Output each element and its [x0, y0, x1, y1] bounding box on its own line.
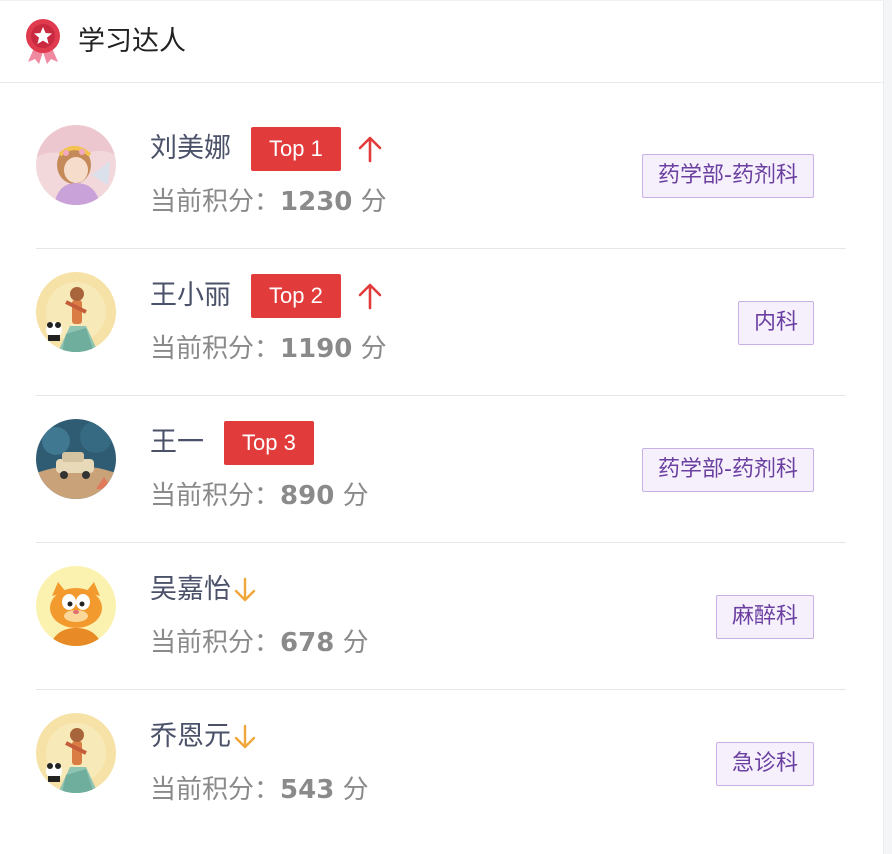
user-name: 王小丽	[150, 280, 231, 311]
list-item[interactable]: 刘美娜 Top 1 当前积分：1230 分 药学部-药剂科	[36, 102, 846, 249]
score-value: 1190	[280, 334, 353, 364]
arrow-up-icon	[358, 283, 382, 310]
girl-flower-avatar-icon	[36, 125, 116, 205]
department-tag: 药学部-药剂科	[642, 448, 814, 492]
department-tag: 药学部-药剂科	[642, 154, 814, 198]
name-line: 乔恩元	[150, 715, 257, 759]
user-name: 王一	[150, 427, 204, 458]
score-unit: 分	[360, 187, 387, 217]
avatar[interactable]	[36, 566, 116, 646]
score-line: 当前积分：678 分	[150, 623, 369, 663]
score-label: 当前积分：	[150, 481, 281, 511]
score-unit: 分	[342, 628, 369, 658]
learning-leaderboard-card: 学习达人 刘美娜 Top 1 当前积分：1230 分 药学部-药剂科 王小丽 T…	[0, 0, 884, 854]
department-tag: 急诊科	[715, 742, 814, 786]
garfield-avatar-icon	[36, 566, 116, 646]
name-line: 王一 Top 3	[150, 421, 314, 465]
department-tag: 内科	[737, 301, 814, 345]
landscape-car-avatar-icon	[36, 419, 116, 499]
score-unit: 分	[342, 481, 369, 511]
avatar[interactable]	[36, 125, 116, 205]
score-value: 890	[280, 481, 335, 511]
name-line: 吴嘉怡	[150, 568, 257, 612]
score-label: 当前积分：	[150, 628, 281, 658]
user-name: 乔恩元	[150, 721, 231, 752]
avatar[interactable]	[36, 713, 116, 793]
award-ribbon-icon	[22, 18, 64, 64]
score-value: 1230	[280, 187, 353, 217]
score-label: 当前积分：	[150, 334, 281, 364]
score-line: 当前积分：1190 分	[150, 329, 387, 369]
score-value: 678	[280, 628, 335, 658]
avatar[interactable]	[36, 419, 116, 499]
name-line: 刘美娜 Top 1	[150, 127, 383, 171]
arrow-up-icon	[358, 136, 382, 163]
list-item[interactable]: 王小丽 Top 2 当前积分：1190 分 内科	[36, 249, 846, 396]
list-item[interactable]: 吴嘉怡 当前积分：678 分 麻醉科	[36, 543, 846, 690]
rank-badge: Top 1	[251, 127, 341, 171]
leaderboard-list: 刘美娜 Top 1 当前积分：1230 分 药学部-药剂科 王小丽 Top 2 …	[36, 102, 846, 837]
card-title: 学习达人	[78, 26, 186, 57]
score-label: 当前积分：	[150, 775, 281, 805]
arrow-down-icon	[234, 577, 256, 602]
list-item[interactable]: 乔恩元 当前积分：543 分 急诊科	[36, 690, 846, 837]
list-item[interactable]: 王一 Top 3 当前积分：890 分 药学部-药剂科	[36, 396, 846, 543]
score-line: 当前积分：1230 分	[150, 182, 387, 222]
name-line: 王小丽 Top 2	[150, 274, 383, 318]
score-line: 当前积分：890 分	[150, 476, 369, 516]
score-label: 当前积分：	[150, 187, 281, 217]
avatar[interactable]	[36, 272, 116, 352]
arrow-down-icon	[234, 724, 256, 749]
rank-badge: Top 2	[251, 274, 341, 318]
score-line: 当前积分：543 分	[150, 770, 369, 810]
user-name: 刘美娜	[150, 133, 231, 164]
page-gutter	[884, 0, 892, 854]
user-name: 吴嘉怡	[150, 574, 231, 605]
score-unit: 分	[342, 775, 369, 805]
score-value: 543	[280, 775, 335, 805]
score-unit: 分	[360, 334, 387, 364]
girl-panda-avatar-icon	[36, 713, 116, 793]
card-header: 学习达人	[0, 0, 884, 83]
girl-panda-avatar-icon	[36, 272, 116, 352]
department-tag: 麻醉科	[715, 595, 814, 639]
rank-badge: Top 3	[224, 421, 314, 465]
